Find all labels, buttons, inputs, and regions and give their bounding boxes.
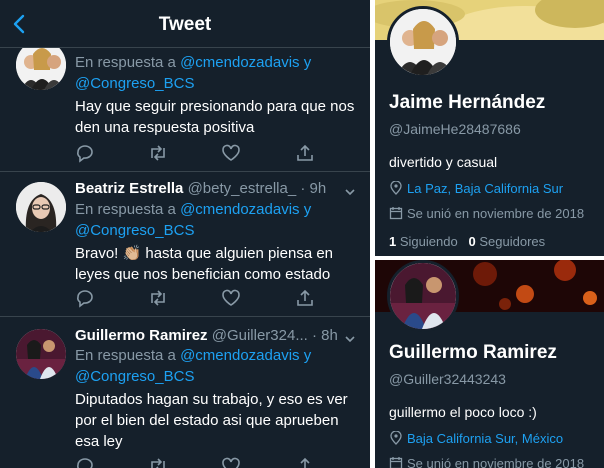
- tweet-thread-panel: En respuesta a @cmendozadavis y @Congres…: [0, 0, 370, 468]
- mention-link[interactable]: @cmendozadavis y: [180, 347, 311, 364]
- tweet-item[interactable]: Beatriz Estrella @bety_estrella_ · 9h En…: [0, 172, 370, 317]
- followers-label: Seguidores: [479, 234, 546, 249]
- tweet-text: Diputados hagan su trabajo, y eso es ver…: [75, 391, 348, 450]
- avatar[interactable]: [16, 329, 66, 379]
- reply-icon[interactable]: [75, 288, 95, 308]
- author-handle[interactable]: @bety_estrella_ · 9h: [188, 180, 327, 197]
- profile-bio: guillermo el poco loco :): [389, 404, 537, 420]
- share-icon[interactable]: [295, 456, 315, 468]
- tweet-actions: [75, 288, 315, 308]
- profile-avatar[interactable]: [387, 6, 459, 78]
- followers-link[interactable]: 0 Seguidores: [469, 234, 546, 249]
- top-nav-bar: Tweet: [0, 0, 370, 48]
- profile-card-guillermo: Guillermo Ramirez @Guiller32443243 guill…: [375, 260, 604, 468]
- mention-link[interactable]: @Congreso_BCS: [75, 222, 194, 239]
- tweet-header: Beatriz Estrella @bety_estrella_ · 9h: [75, 180, 326, 197]
- location-link[interactable]: Baja California Sur, México: [407, 431, 563, 446]
- reply-prefix: En respuesta a: [75, 347, 176, 364]
- reply-icon[interactable]: [75, 456, 95, 468]
- joined-date: Se unió en noviembre de 2018: [407, 206, 585, 221]
- following-link[interactable]: 1 Siguiendo: [389, 234, 458, 249]
- mention-link[interactable]: @cmendozadavis y: [180, 201, 311, 218]
- following-count: 1: [389, 234, 397, 249]
- tweet-text: Bravo! 👏🏼 hasta que alguien piensa en le…: [75, 245, 334, 283]
- avatar[interactable]: [16, 182, 66, 232]
- following-label: Siguiendo: [399, 234, 458, 249]
- profile-follow-stats: 1 Siguiendo 0 Seguidores: [389, 234, 545, 249]
- chevron-down-icon[interactable]: [344, 332, 356, 344]
- profile-avatar[interactable]: [387, 260, 459, 332]
- profile-card-jaime: Jaime Hernández @JaimeHe28487686 diverti…: [375, 0, 604, 256]
- tweet-item[interactable]: Guillermo Ramirez @Guiller324... · 8h En…: [0, 317, 370, 468]
- mention-link[interactable]: @Congreso_BCS: [75, 75, 194, 92]
- reply-context: En respuesta a @cmendozadavis y @Congres…: [75, 345, 311, 387]
- retweet-icon[interactable]: [148, 288, 168, 308]
- author-name[interactable]: Beatriz Estrella: [75, 180, 183, 197]
- like-icon[interactable]: [221, 456, 241, 468]
- calendar-icon: [389, 206, 403, 220]
- joined-date: Se unió en noviembre de 2018: [407, 456, 585, 468]
- followers-count: 0: [468, 234, 476, 249]
- reply-context: En respuesta a @cmendozadavis y @Congres…: [75, 199, 311, 241]
- like-icon[interactable]: [221, 143, 241, 163]
- location-pin-icon: [389, 430, 403, 445]
- share-icon[interactable]: [295, 288, 315, 308]
- profile-joined: Se unió en noviembre de 2018: [389, 456, 584, 468]
- reply-prefix: En respuesta a: [75, 201, 176, 218]
- author-handle[interactable]: @Guiller324... · 8h: [212, 327, 338, 344]
- tweet-text: Hay que seguir presionando para que nos …: [75, 98, 355, 136]
- mention-link[interactable]: @cmendozadavis y: [180, 54, 311, 71]
- share-icon[interactable]: [295, 143, 315, 163]
- location-pin-icon: [389, 180, 403, 195]
- retweet-icon[interactable]: [148, 143, 168, 163]
- page-title: Tweet: [158, 14, 212, 35]
- reply-prefix: En respuesta a: [75, 54, 176, 71]
- reply-context: En respuesta a @cmendozadavis y @Congres…: [75, 52, 311, 94]
- author-name[interactable]: Guillermo Ramirez: [75, 327, 208, 344]
- tweet-header: Guillermo Ramirez @Guiller324... · 8h: [75, 327, 338, 344]
- profile-handle: @Guiller32443243: [389, 371, 506, 387]
- profile-bio: divertido y casual: [389, 154, 498, 170]
- tweet-actions: [75, 143, 315, 163]
- profile-location: La Paz, Baja California Sur: [389, 180, 563, 196]
- calendar-icon: [389, 456, 403, 468]
- mention-link[interactable]: @Congreso_BCS: [75, 368, 194, 385]
- profile-handle: @JaimeHe28487686: [389, 121, 521, 137]
- location-link[interactable]: La Paz, Baja California Sur: [407, 181, 563, 196]
- like-icon[interactable]: [221, 288, 241, 308]
- reply-icon[interactable]: [75, 143, 95, 163]
- profile-joined: Se unió en noviembre de 2018: [389, 206, 584, 221]
- retweet-icon[interactable]: [148, 456, 168, 468]
- chevron-down-icon[interactable]: [344, 185, 356, 197]
- profile-name: Jaime Hernández: [389, 92, 546, 113]
- tweet-actions: [75, 456, 315, 468]
- profile-location: Baja California Sur, México: [389, 430, 563, 446]
- profile-name: Guillermo Ramirez: [389, 342, 557, 363]
